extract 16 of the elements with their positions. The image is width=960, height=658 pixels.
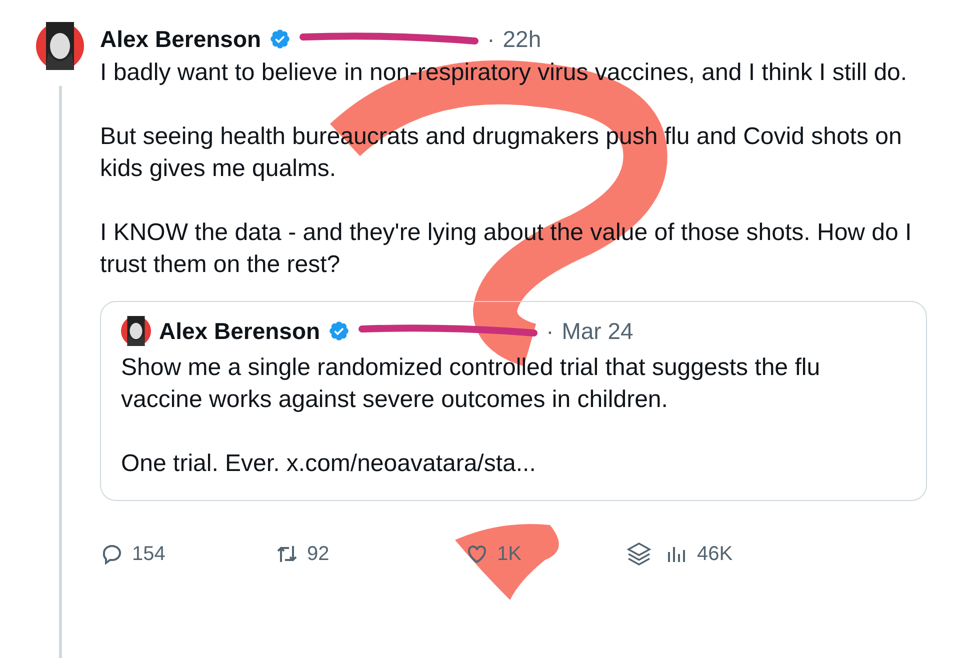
reply-button[interactable]: 154 bbox=[100, 539, 166, 569]
repost-button[interactable]: 92 bbox=[275, 539, 330, 569]
quote-text: One trial. Ever. x.com/neoavatara/sta... bbox=[121, 449, 537, 479]
separator: · bbox=[487, 25, 495, 54]
author-name[interactable]: Alex Berenson bbox=[100, 22, 262, 56]
speech-bubble-icon bbox=[100, 542, 124, 566]
post-time[interactable]: 22h bbox=[502, 22, 542, 56]
quoted-post-card[interactable]: Alex Berenson · Mar 24 Show me a single randomized controlled trial that suggests the flu vaccine works against severe outcomes in children. One trial. Ever. x.com/neoavatara/sta... bbox=[100, 300, 927, 501]
post-time: Mar 24 bbox=[562, 316, 634, 346]
author-name: Alex Berenson bbox=[159, 316, 320, 346]
quote-text: Show me a single randomized controlled trial that suggests the flu vaccine works against severe outcomes in children. bbox=[121, 353, 822, 415]
separator: · bbox=[546, 316, 554, 346]
avatar[interactable] bbox=[36, 22, 84, 70]
layers-icon bbox=[625, 540, 653, 568]
views-button[interactable]: 46K bbox=[665, 539, 733, 569]
avatar[interactable] bbox=[121, 316, 151, 346]
